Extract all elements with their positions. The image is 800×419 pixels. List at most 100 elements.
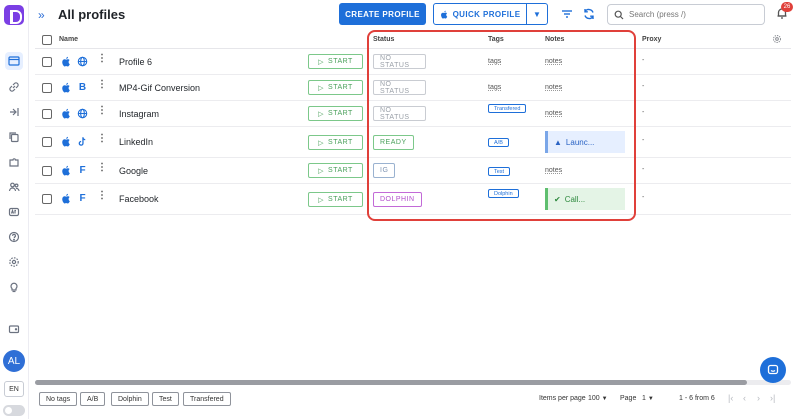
extensions-icon[interactable] <box>5 153 23 171</box>
help-icon[interactable] <box>5 228 23 246</box>
note-card[interactable]: ✔ Call... <box>545 188 625 210</box>
chat-support-button[interactable] <box>760 357 786 383</box>
apple-icon <box>62 56 70 67</box>
users-icon[interactable] <box>5 178 23 196</box>
page-select[interactable]: 1 ▼ <box>642 395 654 402</box>
tag-chip[interactable]: Dolphin <box>488 189 519 198</box>
proxy-value: - <box>642 194 645 201</box>
expand-sidebar-icon[interactable]: » <box>38 8 45 22</box>
tag-chip[interactable]: Transfered <box>488 104 527 113</box>
status-badge[interactable]: NO STATUS <box>373 106 426 121</box>
search-box[interactable] <box>607 4 765 25</box>
row-checkbox[interactable] <box>42 109 52 119</box>
column-status[interactable]: Status <box>373 36 394 43</box>
status-badge[interactable]: DOLPHIN <box>373 192 422 207</box>
tag-chip[interactable]: A/B <box>488 138 509 147</box>
play-icon: ▷ <box>318 58 325 66</box>
filter-icon[interactable] <box>560 7 574 21</box>
status-badge[interactable]: NO STATUS <box>373 80 426 95</box>
refresh-icon[interactable] <box>582 7 596 21</box>
row-menu-icon[interactable]: ⋮ <box>97 191 107 201</box>
last-page-icon[interactable]: ›| <box>770 393 775 403</box>
profile-name[interactable]: LinkedIn <box>119 137 153 147</box>
tags-link[interactable]: tags <box>488 58 501 65</box>
row-menu-icon[interactable]: ⋮ <box>97 163 107 173</box>
create-profile-button[interactable]: CREATE PROFILE <box>339 3 426 25</box>
row-menu-icon[interactable]: ⋮ <box>97 54 107 64</box>
globe-icon <box>77 108 88 119</box>
row-checkbox[interactable] <box>42 57 52 67</box>
row-checkbox[interactable] <box>42 194 52 204</box>
status-badge[interactable]: NO STATUS <box>373 54 426 69</box>
tag-filter-ab[interactable]: A/B <box>80 392 106 406</box>
items-per-page-select[interactable]: 100 ▼ <box>588 395 608 402</box>
search-input[interactable] <box>629 10 759 19</box>
facebook-icon: F <box>79 165 86 176</box>
status-badge[interactable]: READY <box>373 135 414 150</box>
profile-name[interactable]: MP4-Gif Conversion <box>119 83 200 93</box>
quick-profile-button[interactable]: QUICK PROFILE <box>433 3 527 25</box>
table-row[interactable]: F ⋮ Facebook ▷ START DOLPHIN Dolphin ✔ Ca… <box>35 184 791 215</box>
wallet-icon[interactable] <box>5 320 23 338</box>
table-row[interactable]: F ⋮ Google ▷ START IG Test notes - <box>35 158 791 184</box>
page-label: Page <box>620 395 637 402</box>
copy-icon[interactable] <box>5 128 23 146</box>
start-button[interactable]: ▷ START <box>308 80 363 95</box>
app-logo[interactable] <box>4 5 24 25</box>
prev-page-icon[interactable]: ‹ <box>743 393 746 403</box>
table-row[interactable]: ⋮ Profile 6 ▷ START NO STATUS tags notes … <box>35 49 791 75</box>
start-label: START <box>328 110 353 117</box>
column-tags[interactable]: Tags <box>488 36 504 43</box>
start-button[interactable]: ▷ START <box>308 106 363 121</box>
api-icon[interactable] <box>5 203 23 221</box>
settings-icon[interactable] <box>5 253 23 271</box>
notes-link[interactable]: notes <box>545 58 562 65</box>
profile-name[interactable]: Google <box>119 166 148 176</box>
start-button[interactable]: ▷ START <box>308 54 363 69</box>
tag-filter-dolphin[interactable]: Dolphin <box>111 392 149 406</box>
row-menu-icon[interactable]: ⋮ <box>97 134 107 144</box>
scrollbar-thumb[interactable] <box>35 380 747 385</box>
note-card[interactable]: ▲ Launc... <box>545 131 625 153</box>
notes-link[interactable]: notes <box>545 110 562 117</box>
start-button[interactable]: ▷ START <box>308 163 363 178</box>
row-checkbox[interactable] <box>42 137 52 147</box>
next-page-icon[interactable]: › <box>757 393 760 403</box>
status-badge[interactable]: IG <box>373 163 396 178</box>
first-page-icon[interactable]: |‹ <box>728 393 733 403</box>
link-icon[interactable] <box>5 78 23 96</box>
table-row[interactable]: B ⋮ MP4-Gif Conversion ▷ START NO STATUS … <box>35 75 791 101</box>
table-row[interactable]: ⋮ LinkedIn ▷ START READY A/B ▲ Launc... - <box>35 127 791 158</box>
column-notes[interactable]: Notes <box>545 36 564 43</box>
row-checkbox[interactable] <box>42 83 52 93</box>
table-row[interactable]: ⋮ Instagram ▷ START NO STATUS Transfered … <box>35 101 791 127</box>
avatar[interactable]: AL <box>3 350 25 372</box>
tag-filter-no-tags[interactable]: No tags <box>39 392 78 406</box>
column-name[interactable]: Name <box>59 36 78 43</box>
note-text: Launc... <box>565 137 595 147</box>
tag-filter-transfered[interactable]: Transfered <box>183 392 231 406</box>
theme-toggle[interactable] <box>3 405 25 416</box>
row-menu-icon[interactable]: ⋮ <box>97 106 107 116</box>
column-proxy[interactable]: Proxy <box>642 36 661 43</box>
start-button[interactable]: ▷ START <box>308 135 363 150</box>
start-button[interactable]: ▷ START <box>308 192 363 207</box>
browser-profiles-icon[interactable] <box>5 52 23 70</box>
automation-icon[interactable] <box>5 103 23 121</box>
horizontal-scrollbar[interactable] <box>35 380 791 385</box>
column-settings-gear-icon[interactable] <box>772 34 782 44</box>
notes-link[interactable]: notes <box>545 167 562 174</box>
notes-link[interactable]: notes <box>545 84 562 91</box>
profile-name[interactable]: Instagram <box>119 109 159 119</box>
tags-link[interactable]: tags <box>488 84 501 91</box>
row-menu-icon[interactable]: ⋮ <box>97 80 107 90</box>
quick-profile-dropdown-button[interactable]: ▼ <box>526 3 548 25</box>
row-checkbox[interactable] <box>42 166 52 176</box>
profile-name[interactable]: Facebook <box>119 194 159 204</box>
tag-chip[interactable]: Test <box>488 167 511 176</box>
profile-name[interactable]: Profile 6 <box>119 57 152 67</box>
select-all-checkbox[interactable] <box>42 35 52 45</box>
lightbulb-icon[interactable] <box>5 278 23 296</box>
tag-filter-test[interactable]: Test <box>152 392 179 406</box>
language-selector[interactable]: EN <box>4 381 24 397</box>
